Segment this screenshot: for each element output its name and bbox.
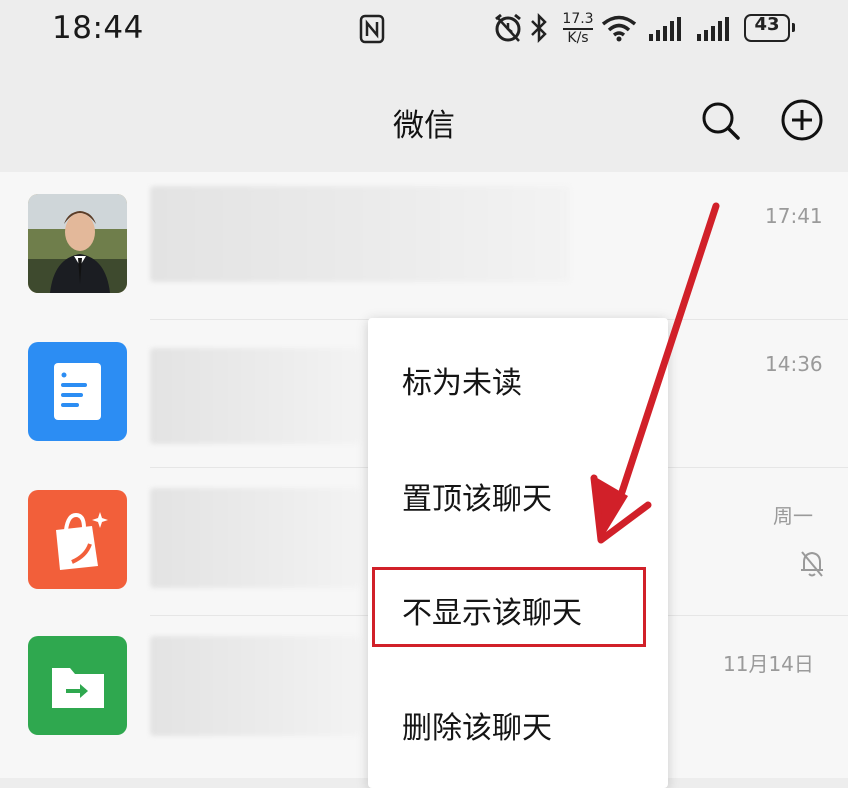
arrow-annotation-icon [590,202,720,544]
